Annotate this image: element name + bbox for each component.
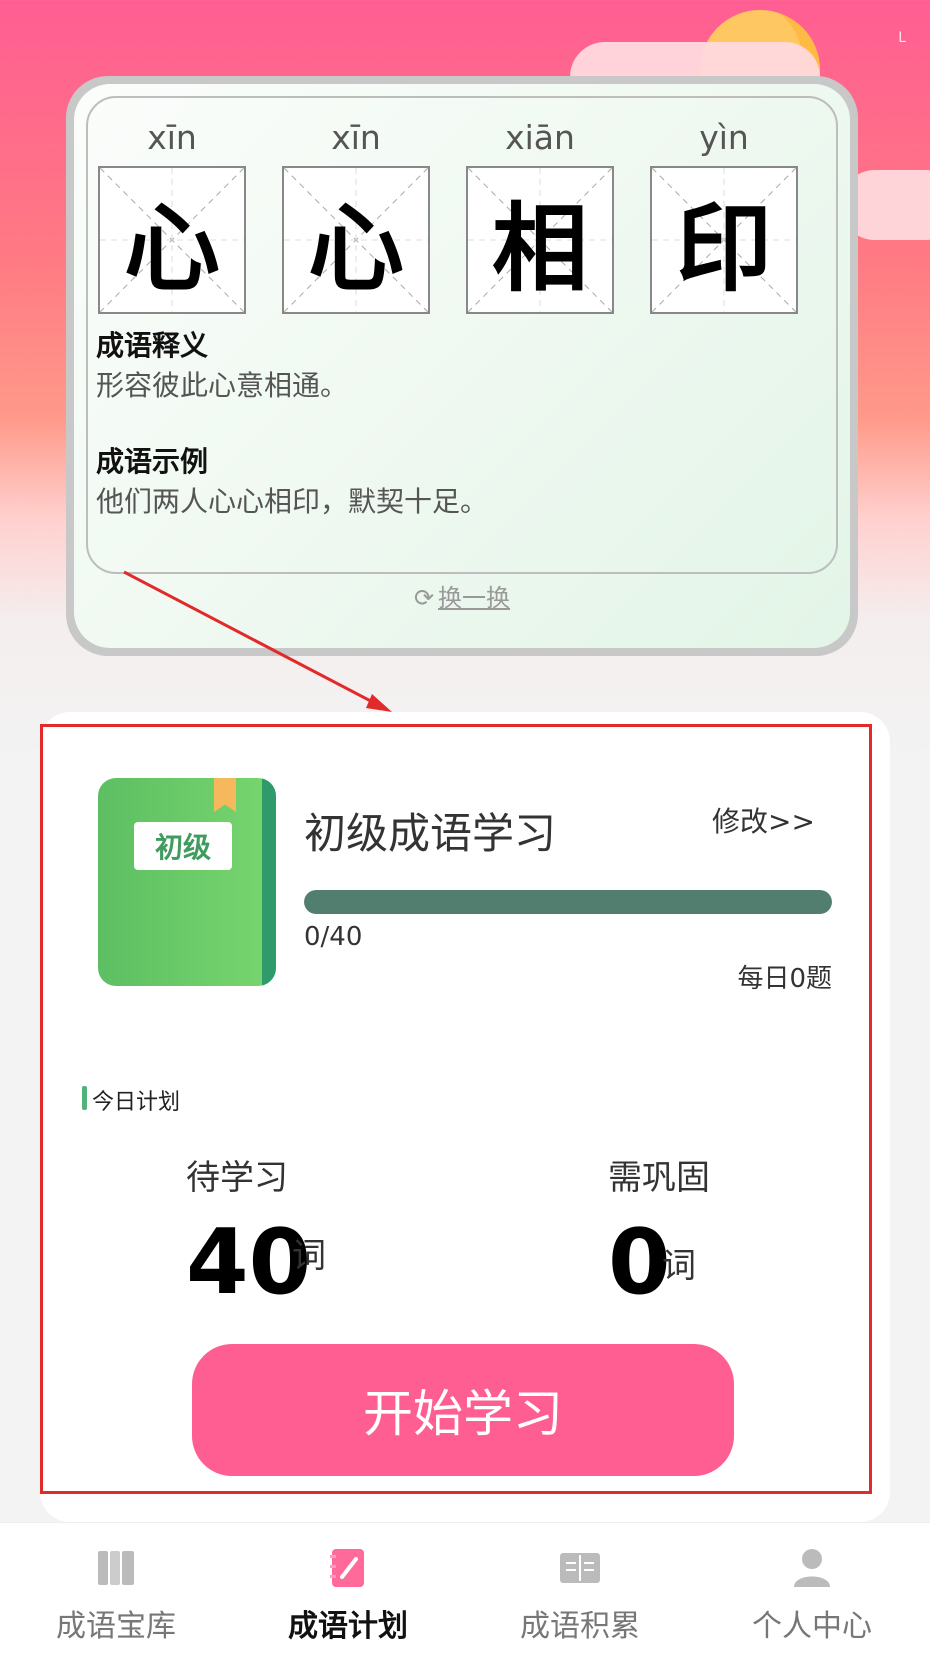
idiom-character: 印 [676,192,772,305]
bottom-nav: 成语宝库 成语计划 成语积累 个人中心 [0,1522,930,1657]
idiom-char-1: xīn 心 [98,118,246,318]
definition-text: 形容彼此心意相通。 [96,369,349,402]
nav-item-idiom-plan[interactable]: 成语计划 [232,1523,464,1657]
pinyin-label: xīn [331,118,381,157]
book-shelf-icon [98,1551,134,1585]
idiom-char-3: xiān 相 [466,118,614,318]
idiom-card-body: xīn 心 xīn 心 xiān 相 yìn 印 成语释义 形容彼此心意相通。 … [74,84,850,648]
nav-item-idiom-accumulate[interactable]: 成语积累 [464,1523,696,1657]
definition-title: 成语释义 [96,329,209,362]
idiom-character: 心 [124,192,220,305]
idiom-detail-frame: xīn 心 xīn 心 xiān 相 yìn 印 成语释义 形容彼此心意相通。 … [86,96,838,574]
idiom-character: 心 [308,192,404,305]
idiom-character-row: xīn 心 xīn 心 xiān 相 yìn 印 [98,118,828,318]
pinyin-label: xiān [505,118,575,157]
nav-label: 个人中心 [752,1609,872,1644]
pinyin-label: yìn [699,118,749,157]
refresh-button[interactable]: ⟳ 换一换 [74,578,850,613]
idiom-char-2: xīn 心 [282,118,430,318]
person-icon [794,1549,830,1587]
example-title: 成语示例 [96,445,209,478]
example-text: 他们两人心心相印，默契十足。 [96,485,489,518]
nav-label: 成语计划 [288,1609,408,1644]
nav-label: 成语积累 [520,1609,640,1644]
refresh-label: 换一换 [438,584,511,612]
open-book-icon [560,1553,600,1583]
idiom-character: 相 [492,192,588,305]
nav-item-personal-center[interactable]: 个人中心 [696,1523,928,1657]
nav-item-idiom-library[interactable]: 成语宝库 [0,1523,232,1657]
char-grid-box: 心 [98,166,246,314]
nav-label: 成语宝库 [56,1609,176,1644]
refresh-icon: ⟳ [413,584,435,612]
char-grid-box: 相 [466,166,614,314]
idiom-char-4: yìn 印 [650,118,798,318]
idiom-card: xīn 心 xīn 心 xiān 相 yìn 印 成语释义 形容彼此心意相通。 … [66,76,858,656]
notebook-pencil-icon [330,1549,364,1587]
status-indicator: L [898,30,906,46]
char-grid-box: 心 [282,166,430,314]
pinyin-label: xīn [147,118,197,157]
char-grid-box: 印 [650,166,798,314]
highlight-box [40,724,872,1494]
